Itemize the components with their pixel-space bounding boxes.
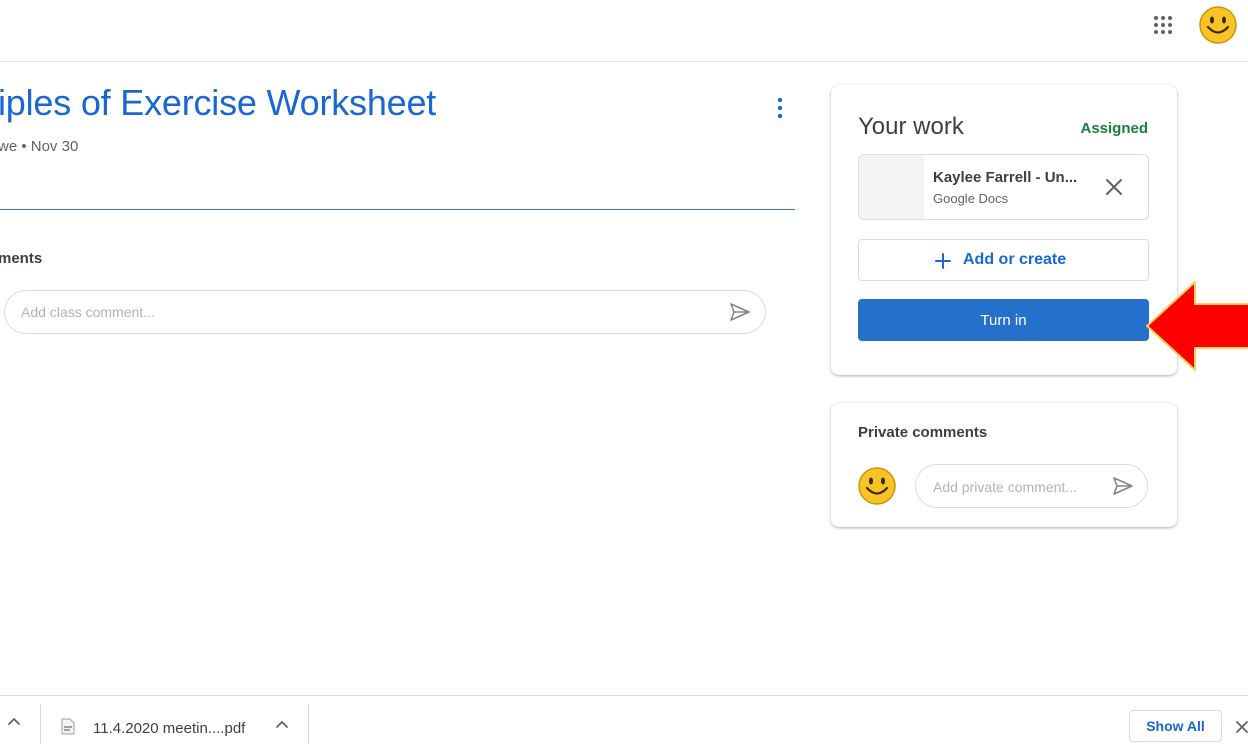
add-or-create-button[interactable]: Add or create <box>858 239 1149 281</box>
class-comments-heading: ments <box>0 250 43 267</box>
status-badge: Assigned <box>1080 120 1148 137</box>
private-comments-card: Private comments <box>831 403 1177 527</box>
smiley-avatar-icon[interactable] <box>1198 5 1238 45</box>
turn-in-button[interactable]: Turn in <box>858 299 1149 341</box>
show-all-button[interactable]: Show All <box>1129 710 1222 742</box>
download-file-name[interactable]: 11.4.2020 meetin....pdf <box>93 720 245 737</box>
attachment-thumbnail <box>859 155 924 219</box>
chevron-up-icon[interactable] <box>274 717 290 733</box>
download-bar: 11.4.2020 meetin....pdf Show All <box>0 695 1248 745</box>
private-comment-box <box>915 464 1148 508</box>
your-work-card: Your work Assigned Kaylee Farrell - Un..… <box>831 85 1177 375</box>
red-arrow-annotation <box>1146 281 1248 371</box>
divider <box>308 704 309 744</box>
class-comment-input[interactable] <box>21 302 701 322</box>
assignment-title: iples of Exercise Worksheet <box>0 82 437 123</box>
apps-grid-icon[interactable] <box>1152 14 1174 36</box>
private-comments-title: Private comments <box>858 424 988 441</box>
attachment-item[interactable]: Kaylee Farrell - Un... Google Docs <box>858 154 1149 220</box>
header-divider <box>0 209 795 210</box>
close-icon[interactable] <box>1103 176 1125 198</box>
private-comment-input[interactable] <box>933 477 1098 497</box>
file-icon <box>61 718 75 735</box>
class-comment-box <box>4 290 766 334</box>
chevron-up-icon[interactable] <box>6 714 22 730</box>
attachment-name: Kaylee Farrell - Un... <box>933 169 1078 186</box>
more-vert-icon[interactable] <box>770 96 790 120</box>
your-work-title: Your work <box>858 113 964 140</box>
send-icon[interactable] <box>1111 474 1135 498</box>
attachment-type: Google Docs <box>933 191 1009 206</box>
assignment-meta: we • Nov 30 <box>0 138 79 155</box>
plus-icon <box>935 253 951 269</box>
send-icon[interactable] <box>728 300 752 324</box>
top-app-bar <box>0 0 1248 62</box>
close-icon[interactable] <box>1235 720 1248 734</box>
add-or-create-label: Add or create <box>963 251 1067 268</box>
user-avatar <box>858 467 896 505</box>
divider <box>40 704 41 744</box>
